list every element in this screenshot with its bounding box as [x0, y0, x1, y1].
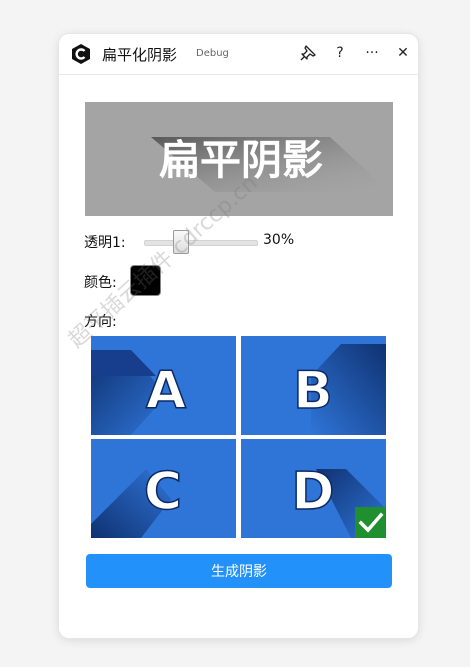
direction-option-b[interactable]: B	[241, 336, 386, 435]
preview-graphic: 扁平阴影	[151, 136, 390, 192]
opacity-value: 30%	[263, 232, 295, 248]
pin-button[interactable]	[297, 42, 319, 64]
pin-icon	[300, 45, 316, 61]
more-icon: ···	[365, 45, 379, 61]
direction-option-a[interactable]: A	[91, 336, 236, 435]
preview-text: 扁平阴影	[159, 136, 323, 184]
shadow-color-picker[interactable]	[130, 265, 161, 296]
direction-option-c[interactable]: C	[91, 439, 236, 538]
shadow-preview: 扁平阴影	[85, 102, 393, 216]
opacity-slider-thumb[interactable]	[173, 230, 189, 254]
direction-option-d[interactable]: D	[241, 439, 386, 538]
help-icon: ?	[336, 45, 344, 61]
more-button[interactable]: ···	[361, 42, 383, 64]
app-logo-icon	[72, 44, 90, 64]
direction-d-letter: D	[291, 462, 334, 522]
direction-c-letter: C	[144, 462, 182, 522]
direction-a-letter: A	[146, 361, 186, 421]
direction-b-graphic: B	[241, 336, 386, 435]
opacity-slider-track[interactable]	[144, 240, 258, 246]
title-bar: 扁平化阴影 Debug ? ··· ✕	[59, 34, 418, 75]
window-title: 扁平化阴影	[102, 46, 178, 64]
direction-c-graphic: C	[91, 439, 236, 538]
checkmark-icon	[358, 512, 384, 533]
color-label: 颜色:	[84, 275, 117, 291]
generate-shadow-button[interactable]: 生成阴影	[86, 554, 392, 588]
direction-a-graphic: A	[91, 336, 236, 435]
direction-b-letter: B	[293, 361, 333, 421]
close-button[interactable]: ✕	[392, 42, 414, 64]
help-button[interactable]: ?	[329, 42, 351, 64]
debug-label: Debug	[196, 48, 229, 59]
plugin-window: 扁平化阴影 Debug ? ··· ✕ 扁平阴影 透明1: 30% 颜色: 方向…	[59, 34, 418, 638]
selected-check-badge	[355, 507, 386, 538]
close-icon: ✕	[397, 45, 409, 61]
direction-label: 方向:	[84, 314, 117, 330]
opacity-label: 透明1:	[84, 235, 126, 251]
